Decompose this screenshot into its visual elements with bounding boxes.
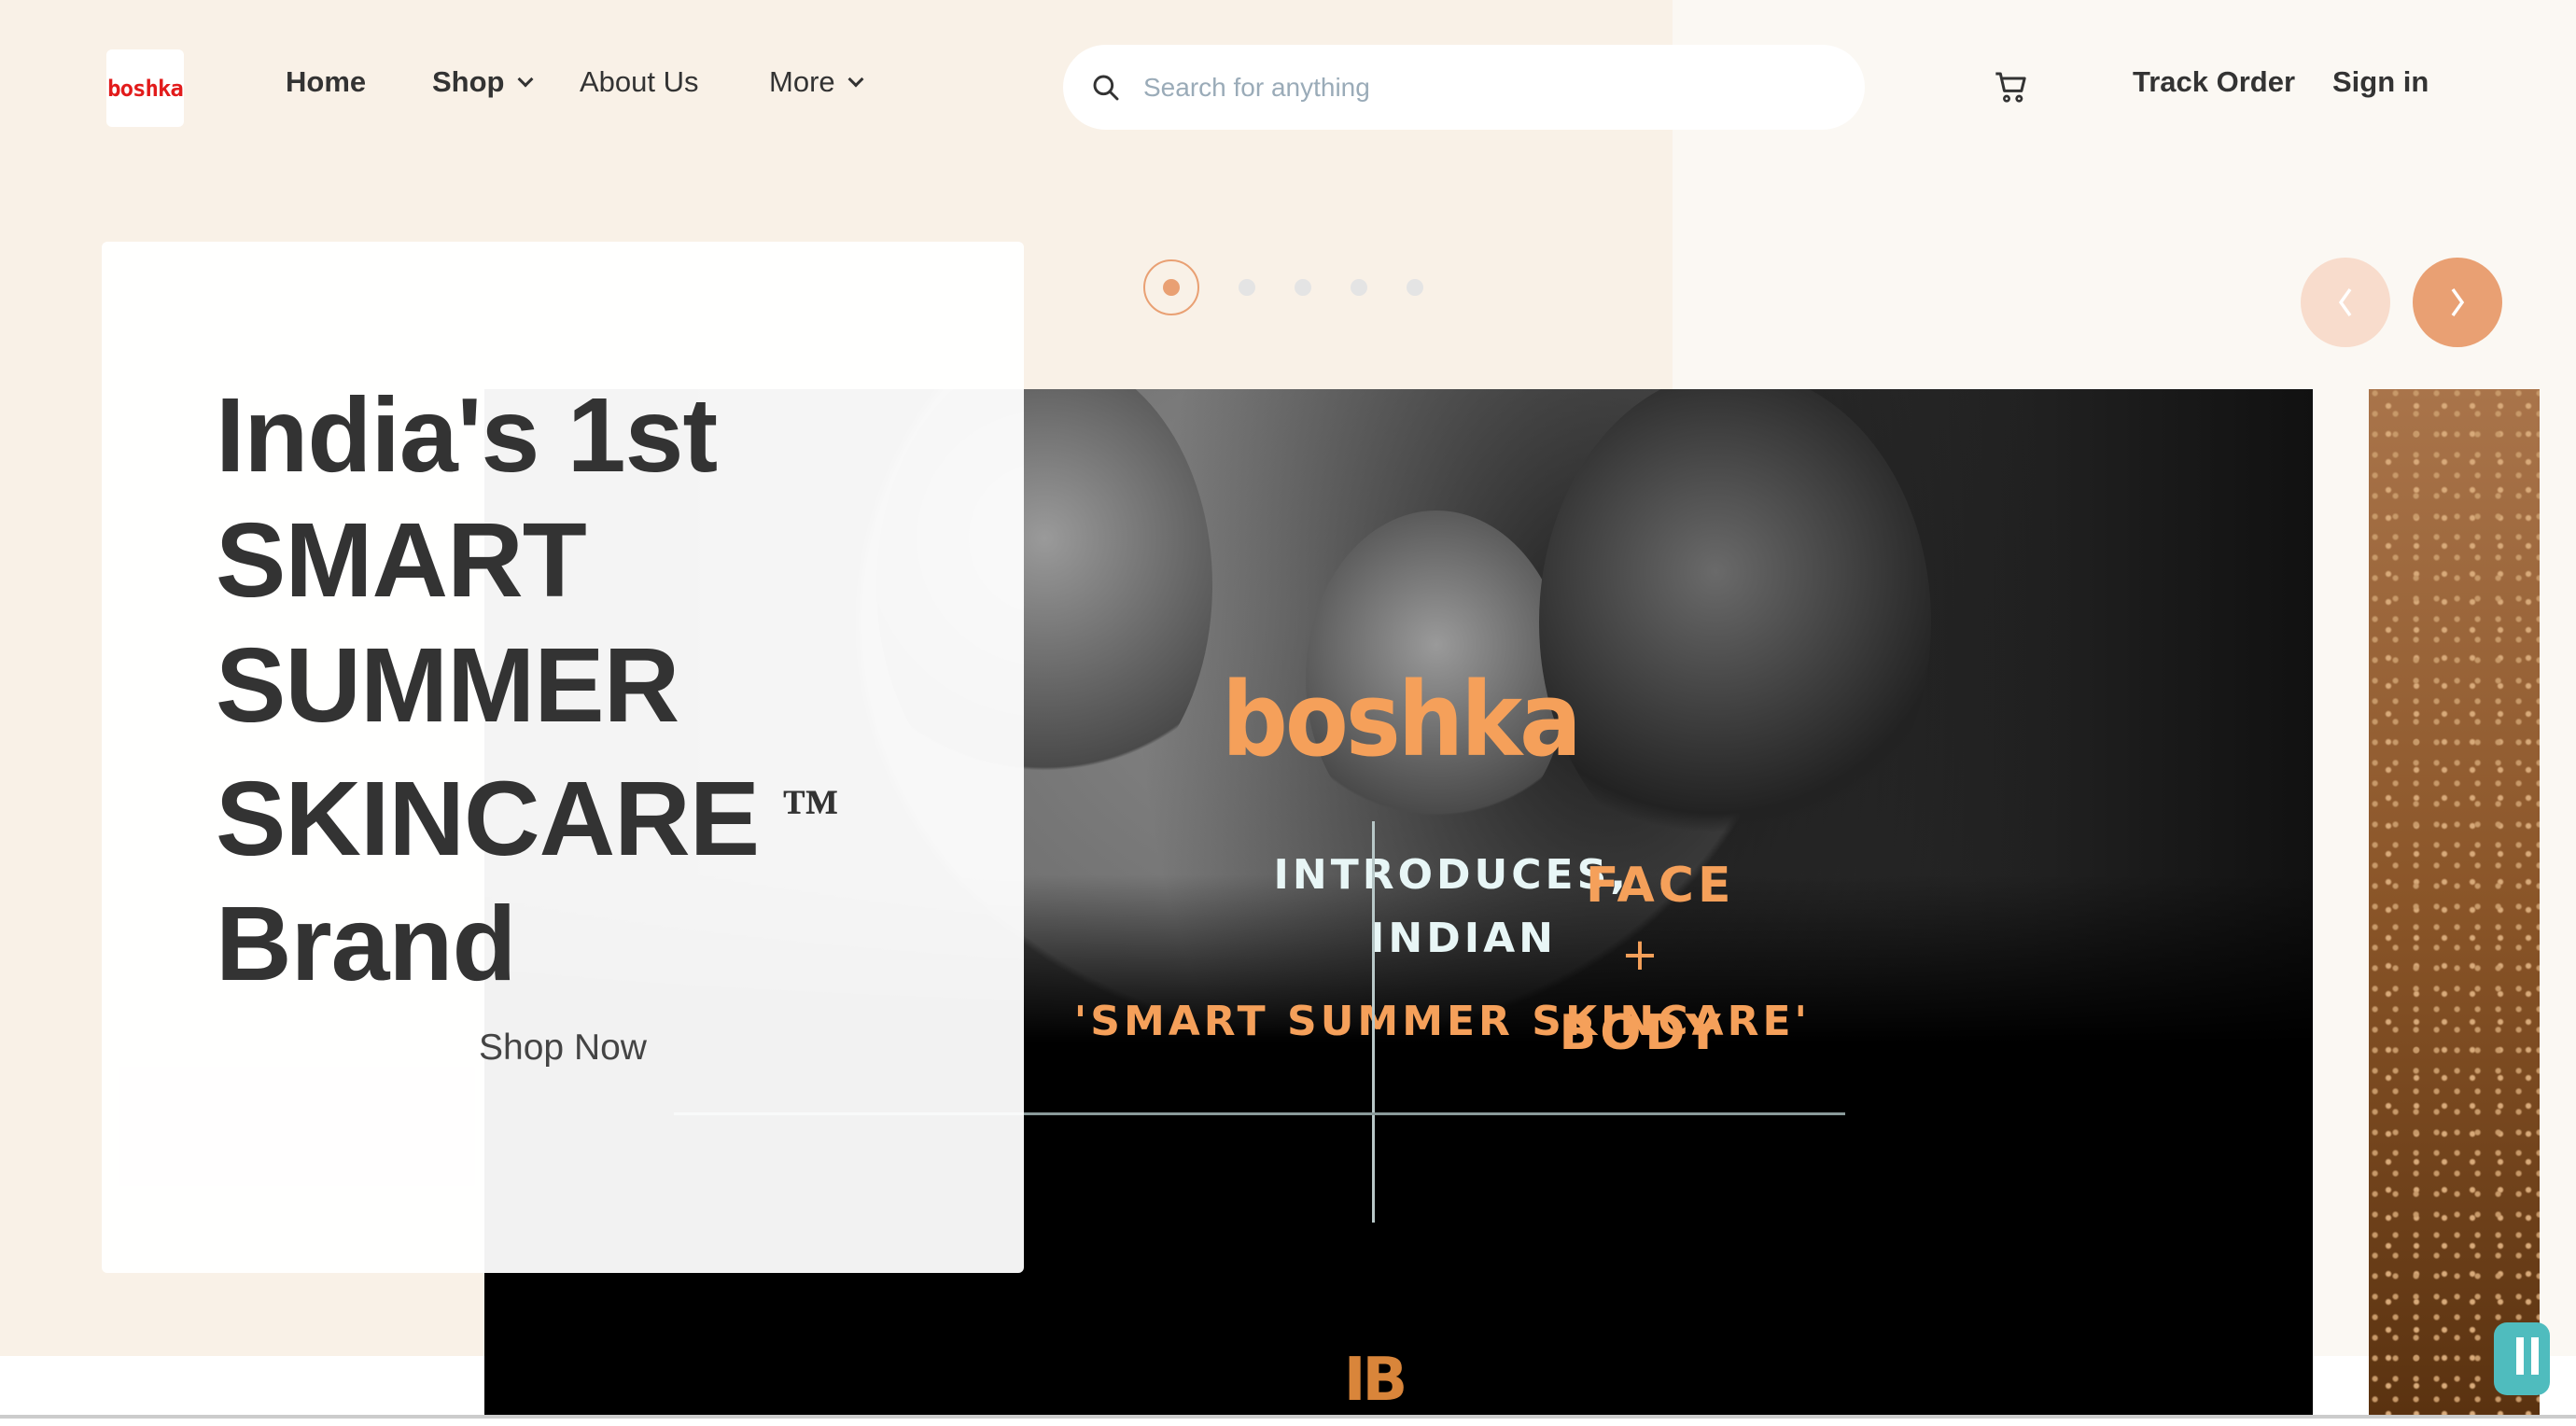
slide-brand-text: boshka xyxy=(1222,660,1582,779)
logo-text: boshka xyxy=(107,75,184,102)
slide-monogram: IB xyxy=(1343,1346,1408,1415)
track-order-label: Track Order xyxy=(2133,65,2296,98)
nav-label: Home xyxy=(286,65,367,98)
hero-card: India's 1st SMART SUMMER SKINCARE ™ Brand… xyxy=(102,242,1024,1273)
headline-line: SUMMER xyxy=(216,626,679,744)
logo[interactable]: boshka xyxy=(106,49,184,127)
headline-line: India's 1st xyxy=(216,376,718,494)
carousel-indicators xyxy=(1143,259,1423,315)
slide-text-face: FACE xyxy=(1586,858,1735,914)
carousel-next-button[interactable] xyxy=(2413,258,2502,347)
trademark-symbol: ™ xyxy=(781,778,839,842)
carousel-prev-button[interactable] xyxy=(2301,258,2390,347)
nav-label: More xyxy=(769,65,835,98)
carousel-dot-5[interactable] xyxy=(1407,279,1423,296)
slide-text-introduces: INTRODUCES, xyxy=(1273,851,1630,899)
shop-now-button[interactable]: Shop Now xyxy=(102,1028,1024,1069)
shop-now-label: Shop Now xyxy=(479,1028,647,1068)
nav-label: Shop xyxy=(432,65,505,98)
next-slide-image[interactable] xyxy=(2369,389,2550,1416)
nav-more[interactable]: More xyxy=(769,65,864,99)
chevron-right-icon xyxy=(2451,287,2465,317)
carousel-dot-1[interactable] xyxy=(1143,259,1199,315)
carousel-dot-3[interactable] xyxy=(1295,279,1311,296)
divider-vertical xyxy=(1372,821,1375,1223)
nav-label: About Us xyxy=(580,65,699,98)
slide-text-indian: INDIAN xyxy=(1369,915,1557,962)
slide-text-plus: + xyxy=(1620,929,1663,981)
headline-line: SKINCARE ™ xyxy=(216,748,839,881)
hero-headline: India's 1st SMART SUMMER SKINCARE ™ Brand xyxy=(216,372,839,1006)
chevron-left-icon xyxy=(2338,287,2352,317)
nav-shop[interactable]: Shop xyxy=(432,65,533,99)
search-bar[interactable] xyxy=(1063,45,1865,130)
nav-home[interactable]: Home xyxy=(286,65,366,99)
pause-badge-icon[interactable] xyxy=(2494,1322,2550,1395)
slide-text-body: BODY xyxy=(1559,1005,1725,1061)
chevron-down-icon xyxy=(847,71,864,88)
chevron-down-icon xyxy=(517,71,533,88)
page-divider xyxy=(0,1415,2576,1419)
headline-line: Brand xyxy=(216,885,516,1002)
headline-line: SMART xyxy=(216,501,587,619)
carousel-dot-2[interactable] xyxy=(1239,279,1255,296)
carousel-dot-4[interactable] xyxy=(1351,279,1367,296)
headline-word: SKINCARE xyxy=(216,760,760,877)
track-order-link[interactable]: Track Order xyxy=(2133,65,2295,99)
cart-icon[interactable] xyxy=(1993,69,2030,106)
sign-in-label: Sign in xyxy=(2332,65,2429,98)
nav-about-us[interactable]: About Us xyxy=(580,65,699,99)
search-icon xyxy=(1093,75,1119,100)
search-input[interactable] xyxy=(1143,72,1797,103)
sign-in-link[interactable]: Sign in xyxy=(2332,65,2429,99)
model-face xyxy=(1539,389,1931,874)
